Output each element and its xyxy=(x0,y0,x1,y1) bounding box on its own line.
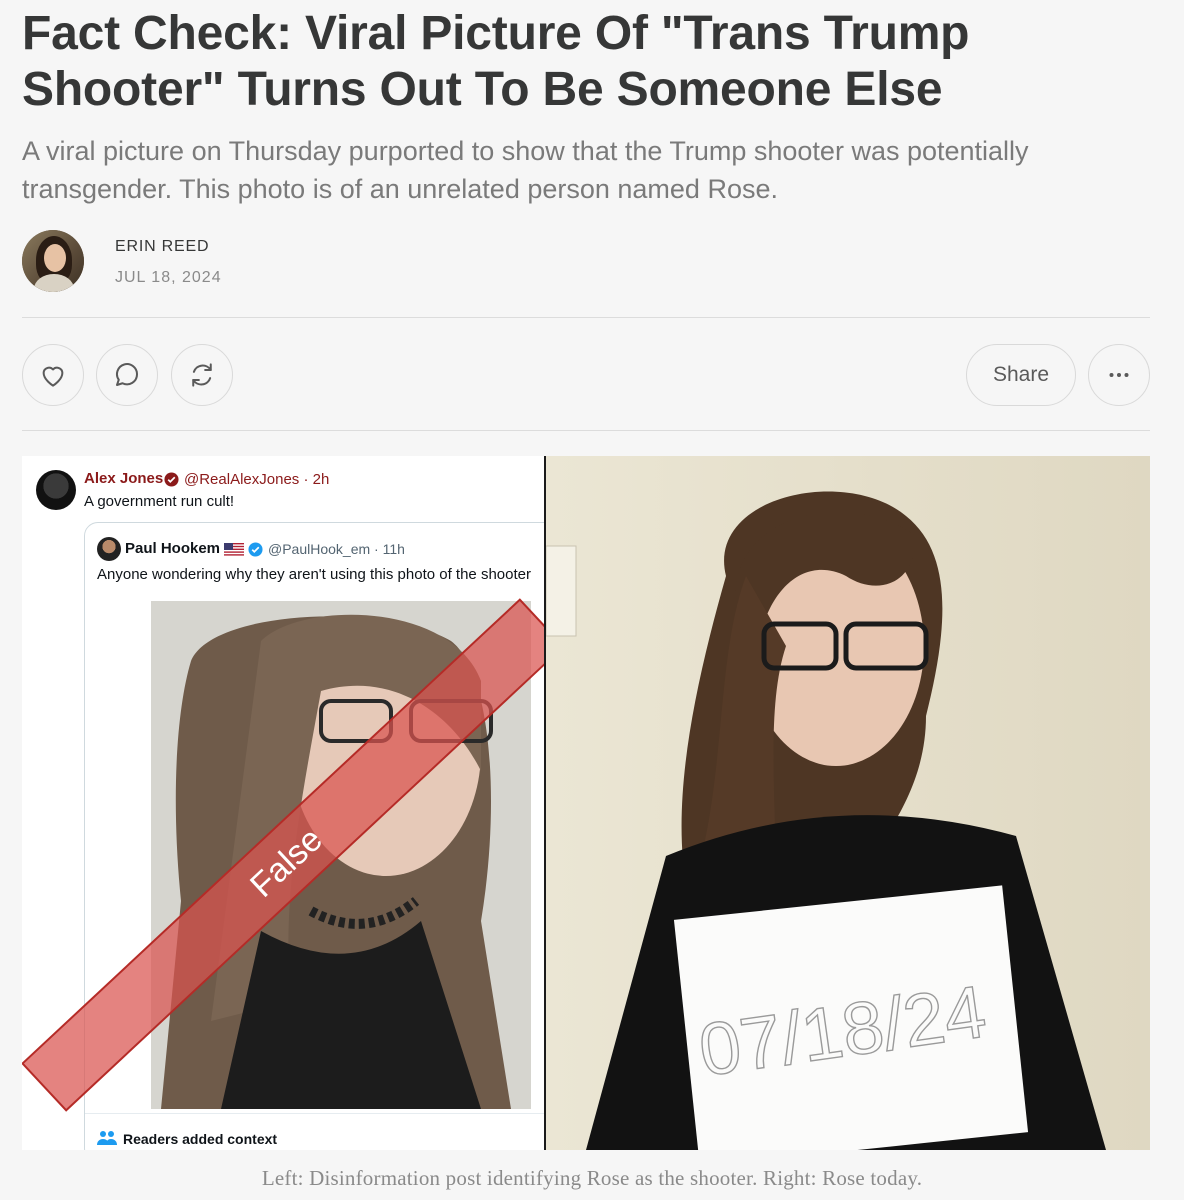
post-date: JUL 18, 2024 xyxy=(115,269,222,286)
more-icon xyxy=(1109,373,1129,377)
comment-icon xyxy=(116,363,139,386)
article-subtitle: A viral picture on Thursday purported to… xyxy=(22,136,1029,204)
false-stamp: False xyxy=(22,598,544,1112)
divider-bottom xyxy=(22,430,1150,431)
restack-button[interactable] xyxy=(171,344,233,406)
author-avatar[interactable] xyxy=(22,230,84,292)
comment-button[interactable] xyxy=(96,344,158,406)
tweet-screenshot: Alex Jones @RealAlexJones · 2h A governm… xyxy=(22,456,544,1150)
more-button[interactable] xyxy=(1088,344,1150,406)
article-image: Alex Jones @RealAlexJones · 2h A governm… xyxy=(22,456,1150,1150)
rose-photo: 07/18/24 xyxy=(546,456,1150,1150)
heart-icon xyxy=(42,366,64,387)
article-title: Fact Check: Viral Picture Of "Trans Trum… xyxy=(22,7,970,116)
author-name[interactable]: ERIN REED xyxy=(115,238,209,256)
restack-icon xyxy=(192,363,212,387)
share-button[interactable]: Share xyxy=(966,344,1076,406)
like-button[interactable] xyxy=(22,344,84,406)
image-caption: Left: Disinformation post identifying Ro… xyxy=(261,1166,923,1190)
divider-top xyxy=(22,317,1150,318)
